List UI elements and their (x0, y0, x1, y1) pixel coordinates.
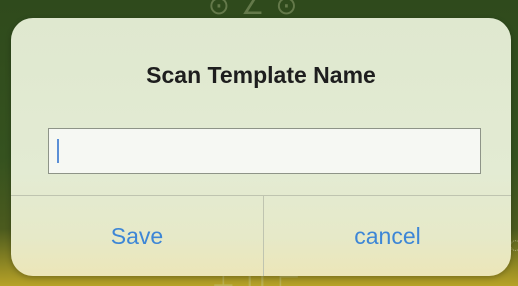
template-name-field[interactable] (48, 128, 481, 174)
template-name-input[interactable] (49, 129, 480, 173)
save-button[interactable]: Save (11, 196, 263, 276)
cancel-button[interactable]: cancel (264, 196, 511, 276)
scan-template-name-dialog: Scan Template Name Save cancel (11, 18, 511, 276)
dialog-title: Scan Template Name (146, 62, 376, 88)
text-cursor (57, 139, 59, 163)
